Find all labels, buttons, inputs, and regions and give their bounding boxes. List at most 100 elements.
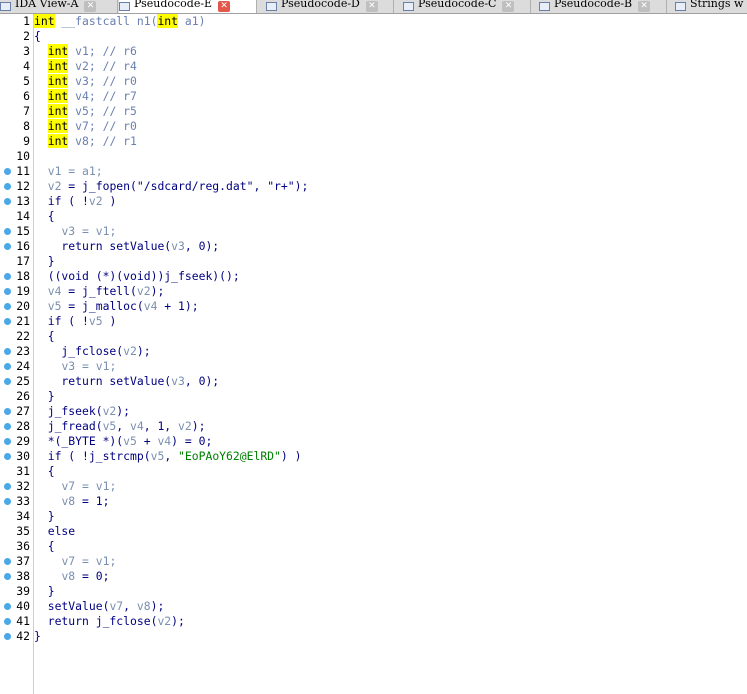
variable-token: v3 = v1; <box>61 359 117 373</box>
code-line[interactable]: 16 return setValue(v3, 0); <box>0 239 747 254</box>
code-line[interactable]: 11 v1 = a1; <box>0 164 747 179</box>
code-line[interactable]: 38 v8 = 0; <box>0 569 747 584</box>
code-line[interactable]: 2{ <box>0 29 747 44</box>
code-text: else <box>34 524 75 539</box>
code-token: = j_ftell( <box>61 284 137 298</box>
code-line[interactable]: 15 v3 = v1; <box>0 224 747 239</box>
code-text: v2 = j_fopen("/sdcard/reg.dat", "r+"); <box>34 179 309 194</box>
code-line[interactable]: 20 v5 = j_malloc(v4 + 1); <box>0 299 747 314</box>
tab-pseudocode-e[interactable]: Pseudocode-E ✕ <box>119 0 257 13</box>
tab-pseudocode-d[interactable]: Pseudocode-D ✕ <box>266 0 394 13</box>
code-text: if ( !j_strcmp(v5, "EoPAoY62@ElRD") ) <box>34 449 302 464</box>
code-line[interactable]: 32 v7 = v1; <box>0 479 747 494</box>
code-line[interactable]: 21 if ( !v5 ) <box>0 314 747 329</box>
code-line[interactable]: 42} <box>0 629 747 644</box>
code-line[interactable]: 28 j_fread(v5, v4, 1, v2); <box>0 419 747 434</box>
close-icon[interactable]: ✕ <box>365 1 378 12</box>
code-line[interactable]: 1 int __fastcall n1(int a1) <box>0 14 747 29</box>
code-text: int v7; // r0 <box>34 119 137 134</box>
line-number: 35 <box>16 524 30 538</box>
line-number: 24 <box>16 359 30 373</box>
code-line[interactable]: 34 } <box>0 509 747 524</box>
code-token: } <box>34 509 55 523</box>
code-token: v2; // r4 <box>68 59 137 73</box>
line-number: 4 <box>23 59 30 73</box>
line-number: 6 <box>23 89 30 103</box>
line-number: 8 <box>23 119 30 133</box>
code-line[interactable]: 22 { <box>0 329 747 344</box>
code-line[interactable]: 39 } <box>0 584 747 599</box>
code-line[interactable]: 14 { <box>0 209 747 224</box>
code-token: j_fseek( <box>34 404 103 418</box>
variable-token: v8 <box>136 599 151 613</box>
code-text: int v3; // r0 <box>34 74 137 89</box>
code-line[interactable]: 10 <box>0 149 747 164</box>
line-number: 31 <box>16 464 30 478</box>
line-number: 22 <box>16 329 30 343</box>
tab-ida-view-a[interactable]: IDA View-A ✕ <box>0 0 118 13</box>
code-line[interactable]: 24 v3 = v1; <box>0 359 747 374</box>
code-line[interactable]: 40 setValue(v7, v8); <box>0 599 747 614</box>
line-number: 34 <box>16 509 30 523</box>
line-number: 23 <box>16 344 30 358</box>
line-number: 28 <box>16 419 30 433</box>
variable-token: v2 <box>123 344 137 358</box>
code-token: } <box>34 254 55 268</box>
code-line[interactable]: 41 return j_fclose(v2); <box>0 614 747 629</box>
code-text: } <box>34 509 55 524</box>
code-token: ) <box>102 314 117 328</box>
code-token: , 0); <box>184 374 220 388</box>
code-line[interactable]: 4 int v2; // r4 <box>0 59 747 74</box>
code-token: = 0; <box>75 569 110 583</box>
code-token: ); <box>171 614 185 628</box>
tab-strings[interactable]: Strings w <box>675 0 747 13</box>
code-line[interactable]: 13 if ( !v2 ) <box>0 194 747 209</box>
line-number: 21 <box>16 314 30 328</box>
line-number: 12 <box>16 179 30 193</box>
code-line[interactable]: 7 int v5; // r5 <box>0 104 747 119</box>
code-line[interactable]: 8 int v7; // r0 <box>0 119 747 134</box>
variable-token: v4 <box>47 284 62 298</box>
code-text: } <box>34 389 55 404</box>
code-line[interactable]: 35 else <box>0 524 747 539</box>
code-area[interactable]: 1 int __fastcall n1(int a1) 2{3 int v1; //… <box>0 14 747 644</box>
tab-pseudocode-c[interactable]: Pseudocode-C ✕ <box>403 0 531 13</box>
code-line[interactable]: 17 } <box>0 254 747 269</box>
code-line[interactable]: 3 int v1; // r6 <box>0 44 747 59</box>
code-line[interactable]: 26 } <box>0 389 747 404</box>
pseudocode-editor[interactable]: 1 int __fastcall n1(int a1) 2{3 int v1; //… <box>0 14 747 694</box>
line-number: 9 <box>23 134 30 148</box>
code-line[interactable]: 19 v4 = j_ftell(v2); <box>0 284 747 299</box>
tab-pseudocode-b[interactable]: Pseudocode-B ✕ <box>539 0 667 13</box>
line-number: 15 <box>16 224 30 238</box>
line-number: 38 <box>16 569 30 583</box>
code-line[interactable]: 9 int v8; // r1 <box>0 134 747 149</box>
code-line[interactable]: 6 int v4; // r7 <box>0 89 747 104</box>
variable-token: v5 <box>47 299 62 313</box>
code-line[interactable]: 30 if ( !j_strcmp(v5, "EoPAoY62@ElRD") ) <box>0 449 747 464</box>
code-line[interactable]: 23 j_fclose(v2); <box>0 344 747 359</box>
variable-token: v5 <box>123 434 137 448</box>
code-line[interactable]: 27 j_fseek(v2); <box>0 404 747 419</box>
code-line[interactable]: 12 v2 = j_fopen("/sdcard/reg.dat", "r+")… <box>0 179 747 194</box>
code-line[interactable]: 18 ((void (*)(void))j_fseek)(); <box>0 269 747 284</box>
code-line[interactable]: 36 { <box>0 539 747 554</box>
code-line[interactable]: 37 v7 = v1; <box>0 554 747 569</box>
code-text: int v1; // r6 <box>34 44 137 59</box>
close-icon[interactable]: ✕ <box>84 1 97 12</box>
code-line[interactable]: 31 { <box>0 464 747 479</box>
keyword-token: int <box>47 104 69 118</box>
close-icon[interactable]: ✕ <box>502 1 515 12</box>
close-icon[interactable]: ✕ <box>218 1 231 12</box>
code-token: return setValue( <box>34 239 172 253</box>
line-number: 27 <box>16 404 30 418</box>
code-line[interactable]: 33 v8 = 1; <box>0 494 747 509</box>
variable-token: v2 <box>102 404 117 418</box>
code-line[interactable]: 5 int v3; // r0 <box>0 74 747 89</box>
code-line[interactable]: 29 *(_BYTE *)(v5 + v4) = 0; <box>0 434 747 449</box>
close-icon[interactable]: ✕ <box>638 1 651 12</box>
line-number: 5 <box>23 74 30 88</box>
code-line[interactable]: 25 return setValue(v3, 0); <box>0 374 747 389</box>
